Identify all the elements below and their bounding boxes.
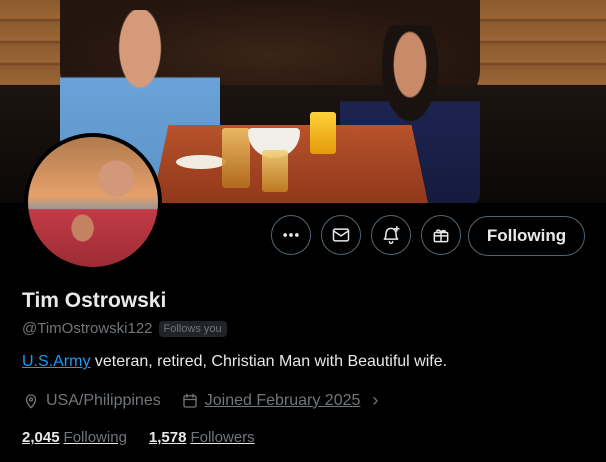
profile-name: Tim Ostrowski (22, 289, 167, 312)
following-label: Following (63, 429, 127, 446)
profile-actions (271, 215, 461, 257)
location-item: USA/Philippines (22, 392, 161, 410)
joined-item[interactable]: Joined February 2025 › (181, 390, 378, 411)
location-text: USA/Philippines (46, 391, 161, 409)
chevron-right-icon[interactable]: › (372, 390, 378, 411)
envelope-icon (332, 228, 350, 242)
profile-avatar[interactable] (24, 133, 162, 271)
gift-button[interactable] (421, 215, 461, 255)
calendar-icon (183, 393, 197, 408)
gift-icon (433, 229, 449, 243)
following-button[interactable]: Following (468, 216, 585, 256)
handle-row: @TimOstrowski122 Follows you (22, 320, 227, 337)
banner-glass (262, 150, 288, 192)
location-pin-icon (25, 393, 37, 408)
bio-text: veteran, retired, Christian Man with Bea… (90, 353, 448, 370)
following-count: 2,045 (22, 429, 60, 446)
profile-stats: 2,045 Following 1,578 Followers (22, 429, 255, 446)
followers-stat[interactable]: 1,578 Followers (149, 429, 255, 446)
message-button[interactable] (321, 215, 361, 255)
joined-text[interactable]: Joined February 2025 (205, 392, 361, 410)
profile-bio: U.S.Army veteran, retired, Christian Man… (22, 353, 447, 371)
followers-label: Followers (190, 429, 255, 446)
banner-glass (222, 128, 250, 188)
notify-button[interactable] (371, 215, 411, 255)
banner-glass (310, 112, 336, 154)
following-stat[interactable]: 2,045 Following (22, 429, 127, 446)
profile-handle: @TimOstrowski122 (22, 320, 153, 337)
more-horizontal-icon (283, 233, 299, 237)
bio-link[interactable]: U.S.Army (22, 353, 90, 370)
profile-meta: USA/Philippines Joined February 2025 › (22, 390, 378, 411)
bell-plus-icon (383, 225, 400, 245)
more-button[interactable] (271, 215, 311, 255)
banner-plate (176, 155, 226, 169)
followers-count: 1,578 (148, 429, 187, 446)
follows-you-badge: Follows you (158, 320, 227, 337)
